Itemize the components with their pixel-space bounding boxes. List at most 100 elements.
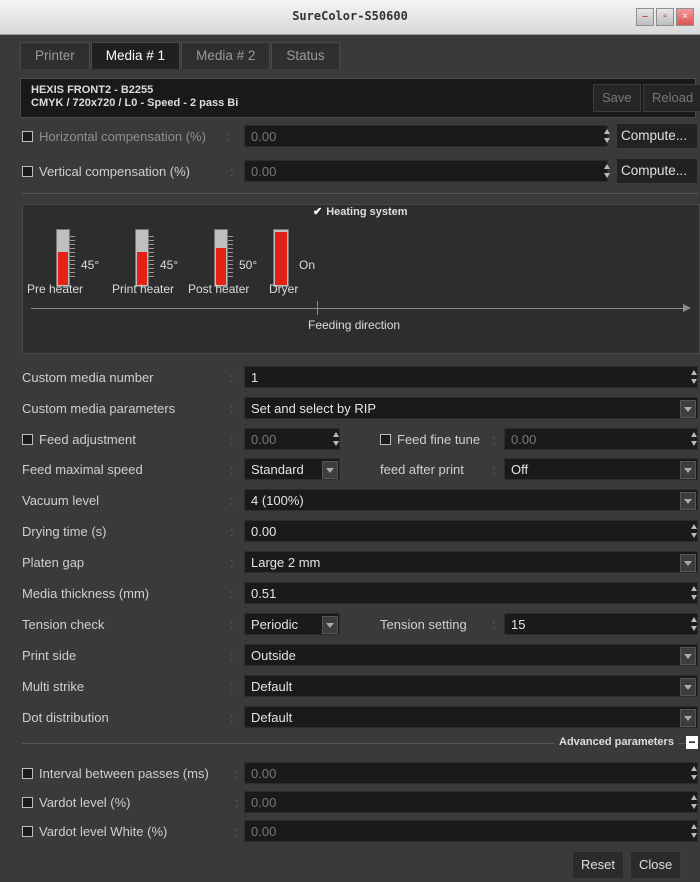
tab-bar: Printer Media # 1 Media # 2 Status [20, 42, 341, 69]
chevron-down-icon [680, 492, 696, 510]
tension-setting-input[interactable]: 15 [504, 613, 698, 635]
horizontal-compensation-input[interactable]: 0.00 [244, 125, 608, 147]
chevron-down-icon [322, 616, 338, 634]
minimize-icon[interactable]: ‒ [636, 8, 654, 26]
platen-gap-label: Platen gap [22, 555, 85, 570]
chevron-down-icon [680, 400, 696, 418]
post-heater-level [216, 247, 226, 285]
vacuum-level-label: Vacuum level [22, 493, 100, 508]
post-heater-thermometer-icon [214, 229, 233, 287]
heating-system-checkbox-icon: ✔ [313, 206, 323, 218]
interval-between-passes-row: Interval between passes (ms) : 0.00 [22, 762, 698, 786]
tension-check-row: Tension check : Periodic Tension setting… [22, 613, 698, 637]
close-button[interactable]: Close [630, 851, 682, 879]
print-heater-temp: 45° [160, 258, 179, 272]
feed-after-print-select[interactable]: Off [504, 458, 698, 480]
custom-media-number-row: Custom media number : 1 [22, 366, 698, 390]
vertical-compensation-spinner-icon[interactable] [604, 161, 610, 181]
print-heater-label: Print heater [112, 282, 175, 296]
tab-media-1[interactable]: Media # 1 [90, 42, 181, 69]
tab-status[interactable]: Status [271, 42, 340, 69]
custom-media-number-spinner-icon [691, 367, 697, 387]
feed-fine-tune-input[interactable]: 0.00 [504, 428, 698, 450]
multi-strike-select[interactable]: Default [244, 675, 698, 697]
multi-strike-label: Multi strike [22, 679, 85, 694]
vertical-compensation-input[interactable]: 0.00 [244, 160, 608, 182]
drying-time-input[interactable]: 0.00 [244, 520, 698, 542]
tab-media-2[interactable]: Media # 2 [181, 42, 271, 69]
media-info-box: HEXIS FRONT2 - B2255 CMYK / 720x720 / L0… [20, 78, 700, 118]
print-side-row: Print side : Outside [22, 644, 698, 668]
feed-fine-tune-spinner-icon [691, 429, 697, 449]
heating-system-legend[interactable]: ✔ Heating system [313, 205, 408, 218]
media-mode: CMYK / 720x720 / L0 - Speed - 2 pass Bi [31, 97, 239, 109]
post-heater-temp: 50° [239, 258, 258, 272]
platen-gap-select[interactable]: Large 2 mm [244, 551, 698, 573]
chevron-down-icon [680, 461, 696, 479]
tension-setting-spinner-icon [691, 614, 697, 634]
tab-printer[interactable]: Printer [20, 42, 90, 69]
vertical-compute-button[interactable]: Compute... [616, 158, 698, 184]
horizontal-compensation-label: Horizontal compensation (%) [22, 129, 206, 144]
tension-check-label: Tension check [22, 617, 105, 632]
feed-maximal-speed-label: Feed maximal speed [22, 462, 143, 477]
pre-heater-label: Pre heater [27, 282, 84, 296]
multi-strike-row: Multi strike : Default [22, 675, 698, 699]
vardot-level-spinner-icon [691, 792, 697, 812]
tension-check-select[interactable]: Periodic [244, 613, 340, 635]
close-window-icon[interactable]: × [676, 8, 694, 26]
print-side-label: Print side [22, 648, 77, 663]
vertical-compensation-checkbox[interactable] [22, 166, 33, 178]
dryer-label: Dryer [269, 282, 299, 296]
print-heater-thermometer-icon [135, 229, 154, 287]
pre-heater-thermometer-icon [56, 229, 75, 287]
save-button[interactable]: Save [593, 84, 641, 112]
chevron-down-icon [322, 461, 338, 479]
print-side-select[interactable]: Outside [244, 644, 698, 666]
vardot-level-input[interactable]: 0.00 [244, 791, 698, 813]
feed-fine-tune-checkbox[interactable] [380, 434, 391, 446]
horizontal-compensation-checkbox[interactable] [22, 131, 33, 143]
dryer-level [275, 232, 287, 285]
print-heater-level [137, 252, 147, 285]
horizontal-compensation-row: Horizontal compensation (%) : 0.00 Compu… [22, 123, 698, 149]
dot-distribution-select[interactable]: Default [244, 706, 698, 728]
drying-time-spinner-icon [691, 521, 697, 541]
reset-button[interactable]: Reset [572, 851, 624, 879]
chevron-down-icon [680, 678, 696, 696]
vardot-level-white-spinner-icon [691, 821, 697, 841]
feeding-direction-label: Feeding direction [308, 318, 401, 332]
horizontal-compute-button[interactable]: Compute... [616, 123, 698, 149]
reload-button[interactable]: Reload [643, 84, 700, 112]
custom-media-parameters-select[interactable]: Set and select by RIP [244, 397, 698, 419]
drying-time-label: Drying time (s) [22, 524, 107, 539]
feed-adjustment-row: Feed adjustment : 0.00 Feed fine tune : … [22, 428, 698, 452]
dryer-thermometer-icon [273, 229, 289, 287]
media-thickness-input[interactable]: 0.51 [244, 582, 698, 604]
feeding-direction-arrow-icon [31, 301, 691, 315]
vacuum-level-select[interactable]: 4 (100%) [244, 489, 698, 511]
feed-adjustment-label: Feed adjustment [22, 432, 136, 447]
heating-system-panel: ✔ Heating system 45° Pre heater 45° Print… [22, 204, 700, 354]
maximize-icon[interactable]: ▫ [656, 8, 674, 26]
platen-gap-row: Platen gap : Large 2 mm [22, 551, 698, 575]
custom-media-number-input[interactable]: 1 [244, 366, 698, 388]
chevron-down-icon [680, 709, 696, 727]
feed-adjustment-checkbox[interactable] [22, 434, 33, 446]
vardot-level-checkbox[interactable] [22, 797, 33, 809]
collapse-advanced-button[interactable]: − [686, 736, 698, 749]
vardot-level-white-row: Vardot level White (%) : 0.00 [22, 820, 698, 844]
interval-between-passes-input[interactable]: 0.00 [244, 762, 698, 784]
vardot-level-row: Vardot level (%) : 0.00 [22, 791, 698, 815]
vardot-level-white-checkbox[interactable] [22, 826, 33, 838]
vardot-level-white-input[interactable]: 0.00 [244, 820, 698, 842]
feed-adjustment-spinner-icon [333, 429, 339, 449]
interval-between-passes-checkbox[interactable] [22, 768, 33, 780]
dryer-status: On [299, 258, 316, 272]
vacuum-level-row: Vacuum level : 4 (100%) [22, 489, 698, 513]
dot-distribution-label: Dot distribution [22, 710, 109, 725]
horizontal-compensation-spinner-icon[interactable] [604, 126, 610, 146]
interval-spinner-icon [691, 763, 697, 783]
feed-maximal-speed-select[interactable]: Standard [244, 458, 340, 480]
feed-adjustment-input[interactable]: 0.00 [244, 428, 340, 450]
